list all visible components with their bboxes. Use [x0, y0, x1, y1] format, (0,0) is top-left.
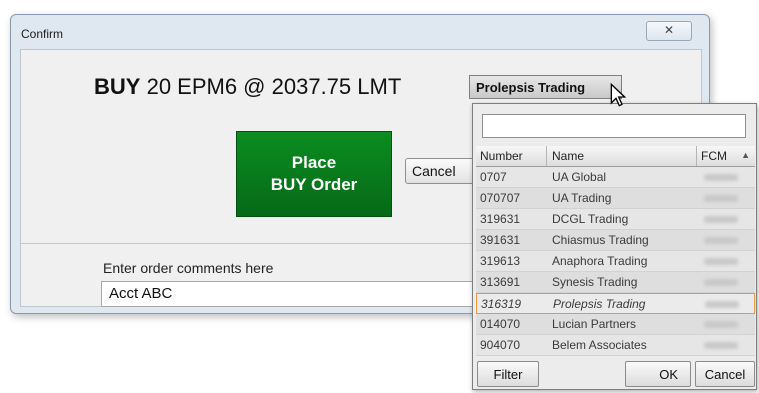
fcm-redacted — [704, 237, 738, 244]
table-row[interactable]: 014070 Lucian Partners — [476, 314, 755, 335]
account-name: Anaphora Trading — [552, 254, 648, 268]
table-row[interactable]: 0707 UA Global — [476, 167, 755, 188]
close-icon: ✕ — [663, 23, 675, 37]
account-number: 014070 — [480, 317, 521, 331]
account-name: Chiasmus Trading — [552, 233, 649, 247]
account-number: 316319 — [481, 297, 522, 311]
account-number: 319631 — [480, 212, 521, 226]
comments-input[interactable]: Acct ABC — [101, 281, 491, 307]
picker-cancel-button[interactable]: Cancel — [695, 361, 755, 387]
fcm-redacted — [704, 195, 738, 202]
account-name: Lucian Partners — [552, 317, 637, 331]
account-number: 313691 — [480, 275, 521, 289]
place-order-button[interactable]: Place BUY Order — [236, 131, 392, 217]
grid-header: Number Name FCM ▲ — [476, 146, 755, 167]
account-list: 0707 UA Global 070707 UA Trading 319631 … — [476, 167, 755, 356]
column-header-number[interactable]: Number — [480, 149, 523, 163]
table-row[interactable]: 070707 UA Trading — [476, 188, 755, 209]
order-summary: BUY 20 EPM6 @ 2037.75 LMT — [94, 74, 401, 100]
account-name: Prolepsis Trading — [553, 297, 646, 311]
fcm-redacted — [704, 321, 738, 328]
ok-button[interactable]: OK — [625, 361, 691, 387]
account-number: 904070 — [480, 338, 521, 352]
order-side: BUY — [94, 74, 141, 99]
fcm-redacted — [704, 174, 738, 181]
account-number: 319613 — [480, 254, 521, 268]
account-number: 0707 — [480, 170, 507, 184]
dialog-title: Confirm — [21, 27, 64, 41]
fcm-redacted — [705, 301, 739, 308]
account-name: Synesis Trading — [552, 275, 638, 289]
fcm-redacted — [704, 216, 738, 223]
account-name: UA Global — [552, 170, 607, 184]
account-name: Belem Associates — [552, 338, 647, 352]
table-row[interactable]: 904070 Belem Associates — [476, 335, 755, 356]
close-button[interactable]: ✕ — [646, 21, 692, 41]
comments-label: Enter order comments here — [103, 260, 274, 276]
column-separator[interactable] — [546, 146, 547, 166]
column-separator[interactable] — [696, 146, 697, 166]
account-picker-popup: Number Name FCM ▲ 0707 UA Global 070707 … — [472, 103, 757, 390]
table-row[interactable]: 319613 Anaphora Trading — [476, 251, 755, 272]
account-number: 070707 — [480, 191, 521, 205]
account-search-input[interactable] — [482, 114, 746, 138]
filter-button[interactable]: Filter — [477, 361, 539, 387]
order-details: 20 EPM6 @ 2037.75 LMT — [146, 74, 402, 99]
table-row[interactable]: 319631 DCGL Trading — [476, 209, 755, 230]
table-row-selected[interactable]: 316319 Prolepsis Trading — [476, 293, 755, 314]
sort-arrow-icon: ▲ — [741, 150, 750, 160]
column-header-fcm[interactable]: FCM — [701, 149, 727, 163]
account-dropdown[interactable]: Prolepsis Trading — [469, 75, 622, 99]
column-header-name[interactable]: Name — [552, 149, 584, 163]
place-order-label: Place BUY Order — [270, 153, 358, 194]
table-row[interactable]: 313691 Synesis Trading — [476, 272, 755, 293]
table-row[interactable]: 391631 Chiasmus Trading — [476, 230, 755, 251]
mouse-pointer-icon — [610, 83, 627, 107]
account-name: UA Trading — [552, 191, 612, 205]
fcm-redacted — [704, 279, 738, 286]
fcm-redacted — [704, 258, 738, 265]
fcm-redacted — [704, 342, 738, 349]
account-name: DCGL Trading — [552, 212, 629, 226]
account-number: 391631 — [480, 233, 521, 247]
